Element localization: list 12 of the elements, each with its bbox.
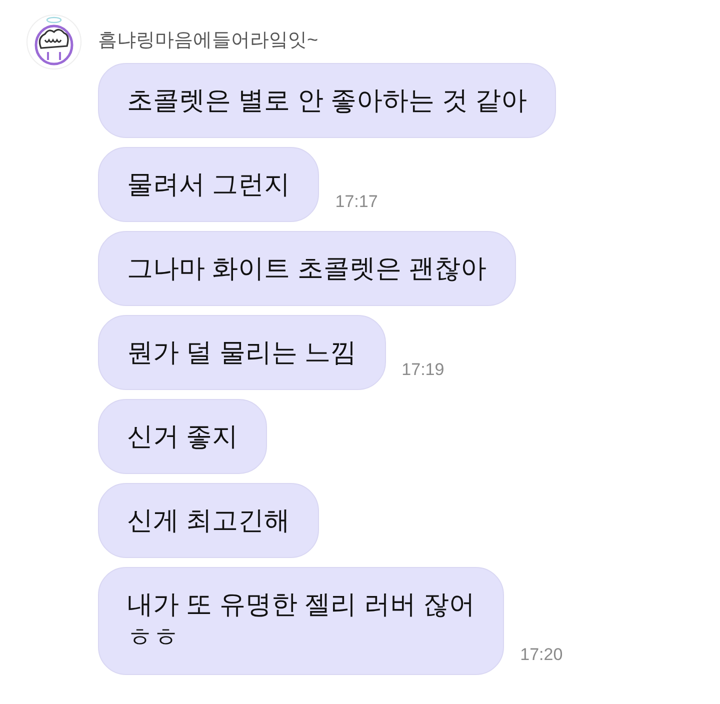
message-bubble: 신게 최고긴해 — [98, 483, 320, 558]
message-bubble: 신거 좋지 — [98, 399, 268, 474]
avatar-icon[interactable] — [26, 14, 82, 70]
message-time: 17:20 — [520, 644, 563, 666]
message-bubble: 초콜렛은 별로 안 좋아하는 것 같아 — [98, 63, 556, 138]
sender-name: 흠냐링마음에들어라잌잇~ — [98, 29, 320, 53]
message-time: 17:19 — [402, 358, 444, 380]
message-time: 17:17 — [335, 190, 378, 212]
message-bubble: 그나마 화이트 초콜렛은 괜찮아 — [98, 231, 516, 306]
message-bubble: 뭔가 덜 물리는 느낌 — [98, 315, 386, 390]
message-bubble: 물려서 그런지 — [98, 147, 320, 222]
message-bubble: 내가 또 유명한 젤리 러버 잖어 ㅎㅎ — [98, 567, 504, 675]
